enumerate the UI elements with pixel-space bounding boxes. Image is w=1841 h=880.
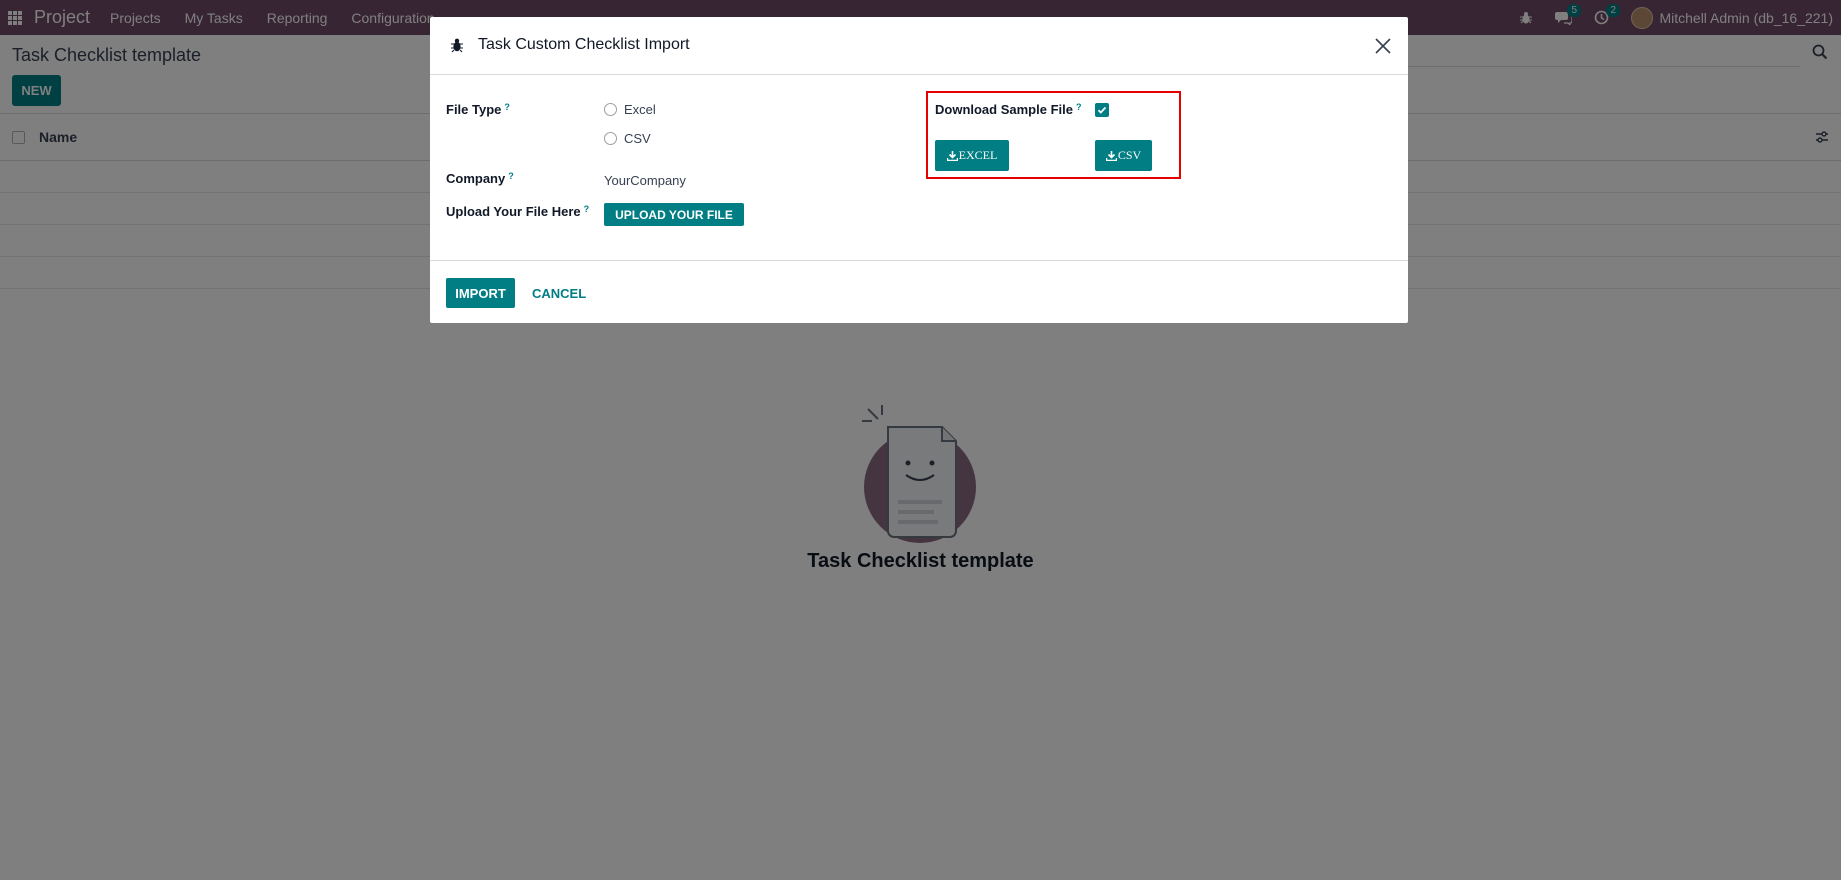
radio-label-csv: CSV	[624, 131, 651, 146]
dialog-header: Task Custom Checklist Import	[430, 17, 1408, 75]
upload-label-text: Upload Your File Here	[446, 204, 581, 219]
file-type-label-text: File Type	[446, 102, 502, 117]
help-tooltip-icon[interactable]: ?	[504, 102, 510, 112]
company-value: YourCompany	[604, 173, 686, 188]
upload-file-button[interactable]: UPLOAD YOUR FILE	[604, 203, 744, 226]
company-label: Company?	[446, 171, 514, 186]
import-dialog: Task Custom Checklist Import File Type? …	[430, 17, 1408, 323]
download-excel-button[interactable]: EXCEL	[935, 140, 1009, 171]
file-type-csv-radio[interactable]: CSV	[604, 131, 651, 146]
dialog-footer: IMPORT CANCEL	[430, 260, 1408, 323]
import-button[interactable]: IMPORT	[446, 278, 515, 308]
cancel-button[interactable]: CANCEL	[528, 278, 590, 308]
download-csv-label: CSV	[1117, 148, 1142, 162]
help-tooltip-icon[interactable]: ?	[1076, 102, 1082, 112]
upload-label: Upload Your File Here?	[446, 204, 589, 219]
close-icon[interactable]	[1374, 37, 1392, 55]
radio-label-excel: Excel	[624, 102, 656, 117]
download-excel-label: EXCEL	[958, 148, 998, 162]
download-sample-label: Download Sample File?	[935, 102, 1081, 117]
checkmark-icon	[1097, 106, 1107, 114]
radio-circle[interactable]	[604, 103, 617, 116]
download-icon	[946, 150, 958, 161]
help-tooltip-icon[interactable]: ?	[508, 171, 514, 181]
dialog-title: Task Custom Checklist Import	[478, 36, 690, 53]
download-sample-checkbox[interactable]	[1095, 103, 1109, 117]
file-type-label: File Type?	[446, 102, 510, 117]
download-csv-button[interactable]: CSV	[1095, 140, 1152, 171]
help-tooltip-icon[interactable]: ?	[584, 204, 590, 214]
bug-icon	[451, 38, 463, 53]
file-type-excel-radio[interactable]: Excel	[604, 102, 656, 117]
download-sample-label-text: Download Sample File	[935, 102, 1073, 117]
download-icon	[1105, 150, 1117, 161]
company-label-text: Company	[446, 171, 506, 186]
radio-circle[interactable]	[604, 132, 617, 145]
